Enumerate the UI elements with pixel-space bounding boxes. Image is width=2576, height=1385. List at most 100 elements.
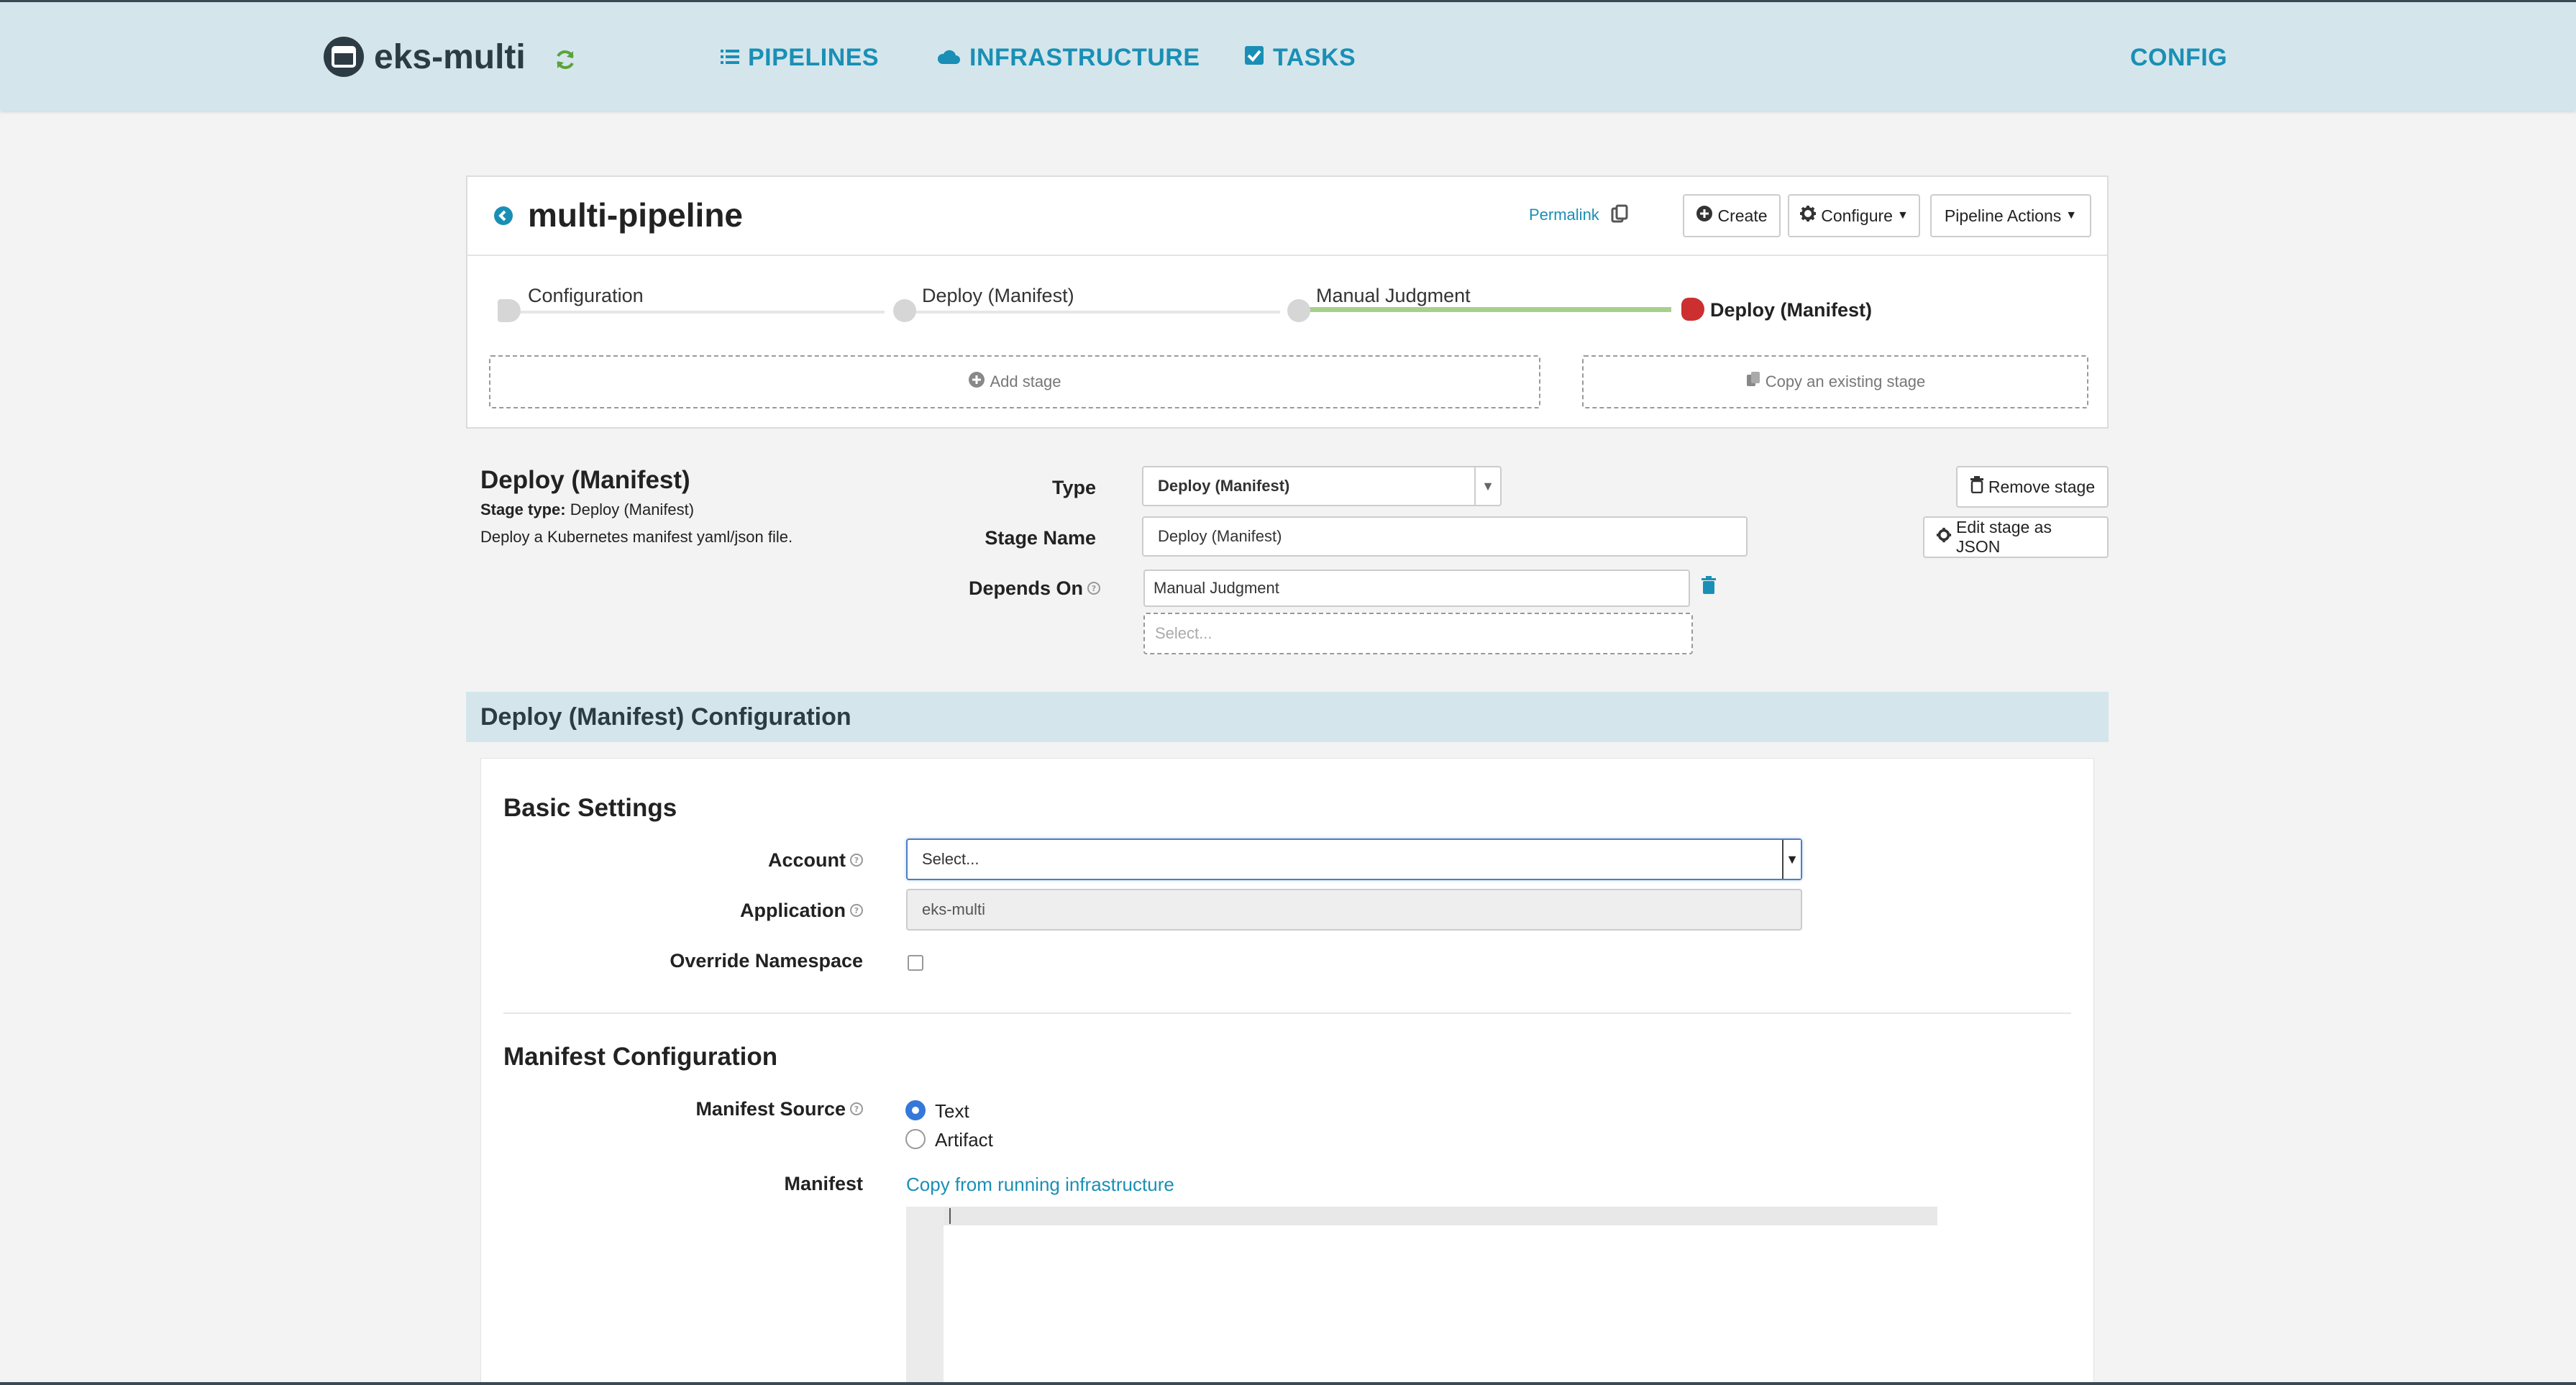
stage-title: Deploy (Manifest) (480, 466, 690, 494)
question-circle-icon[interactable]: ? (850, 849, 863, 872)
application-label: Application ? (618, 895, 863, 926)
depends-on-select[interactable]: Select... (1143, 613, 1693, 654)
stage-connector-active (1305, 307, 1671, 312)
stage-label-manual-judgment[interactable]: Manual Judgment (1316, 285, 1471, 307)
window-bottom-edge (0, 1382, 2576, 1385)
editor-cursor (949, 1208, 951, 1224)
caret-down-icon: ▼ (1896, 209, 1909, 221)
config-section-title: Deploy (Manifest) Configuration (480, 703, 851, 731)
nav-infrastructure[interactable]: INFRASTRUCTURE (936, 44, 1200, 72)
pipeline-actions-dropdown[interactable]: Pipeline Actions ▼ (1930, 194, 2091, 237)
edit-stage-json-button[interactable]: Edit stage as JSON (1923, 516, 2109, 558)
stage-name-value: Deploy (Manifest) (1158, 527, 1282, 545)
application-label-text: Application (740, 899, 846, 921)
caret-down-icon: ▼ (1474, 467, 1500, 505)
remove-stage-label: Remove stage (1988, 477, 2096, 496)
nav-pipelines[interactable]: PIPELINES (721, 44, 879, 72)
manifest-source-artifact-label[interactable]: Artifact (935, 1129, 993, 1151)
header-divider (467, 255, 2107, 256)
type-select-value: Deploy (Manifest) (1158, 477, 1290, 495)
caret-down-icon: ▼ (2065, 209, 2078, 221)
stage-name-label: Stage Name (935, 522, 1096, 554)
nav-infrastructure-label: INFRASTRUCTURE (969, 44, 1200, 71)
gear-icon (1936, 527, 1956, 547)
stage-node-configuration[interactable] (498, 299, 521, 322)
type-label: Type (935, 472, 1096, 503)
section-divider (503, 1013, 2071, 1014)
stage-info: Deploy (Manifest) Stage type: Deploy (Ma… (480, 466, 793, 547)
nav-config[interactable]: CONFIG (2130, 44, 2227, 72)
clipboard-icon[interactable] (1611, 204, 1628, 228)
account-label: Account ? (618, 844, 863, 876)
question-circle-icon[interactable]: ? (1087, 577, 1100, 600)
account-select-value: Select... (922, 850, 979, 868)
pipeline-actions-label: Pipeline Actions (1944, 206, 2062, 225)
gear-icon (1799, 205, 1821, 227)
depends-on-item: Manual Judgment (1143, 570, 1690, 607)
account-select[interactable]: Select... ▼ (906, 838, 1802, 880)
plus-circle-icon (1696, 205, 1717, 227)
depends-on-label: Depends On ? (899, 572, 1100, 604)
manifest-source-artifact-radio[interactable] (905, 1129, 926, 1149)
copy-stage-label: Copy an existing stage (1765, 372, 1926, 390)
stage-node-deploy-1[interactable] (893, 299, 916, 322)
manifest-source-text-label[interactable]: Text (935, 1100, 969, 1123)
trash-icon[interactable] (1700, 575, 1717, 599)
question-circle-icon[interactable]: ? (850, 900, 863, 922)
nav-tasks-label: TASKS (1273, 44, 1356, 71)
configure-label: Configure (1821, 206, 1893, 225)
stage-label-deploy-1[interactable]: Deploy (Manifest) (922, 285, 1074, 307)
caret-down-icon: ▼ (1782, 840, 1801, 879)
stage-label-configuration[interactable]: Configuration (528, 285, 644, 307)
stage-connector (906, 311, 1280, 314)
depends-on-placeholder: Select... (1155, 624, 1212, 642)
depends-on-label-text: Depends On (968, 577, 1083, 599)
create-button[interactable]: Create (1683, 194, 1781, 237)
stage-description: Deploy a Kubernetes manifest yaml/json f… (480, 528, 793, 546)
editor-gutter (906, 1207, 944, 1385)
stage-node-deploy-current[interactable] (1681, 298, 1704, 321)
manifest-source-label-text: Manifest Source (695, 1097, 846, 1120)
override-namespace-label: Override Namespace (618, 945, 863, 977)
configure-dropdown[interactable]: Configure ▼ (1788, 194, 1920, 237)
question-circle-icon[interactable]: ? (850, 1098, 863, 1120)
app-name: eks-multi (374, 37, 526, 76)
application-value: eks-multi (922, 900, 986, 918)
nav-config-label: CONFIG (2130, 44, 2228, 71)
refresh-icon[interactable] (554, 48, 577, 75)
nav-pipelines-label: PIPELINES (748, 44, 880, 71)
copy-from-infrastructure-link[interactable]: Copy from running infrastructure (906, 1174, 1174, 1196)
manifest-label: Manifest (618, 1168, 863, 1199)
type-label-text: Type (1051, 476, 1096, 498)
stage-name-label-text: Stage Name (985, 526, 1096, 549)
permalink-link[interactable]: Permalink (1529, 206, 1599, 224)
remove-stage-button[interactable]: Remove stage (1956, 466, 2109, 508)
list-icon (721, 44, 748, 72)
basic-settings-title: Basic Settings (503, 794, 677, 822)
nav-tasks[interactable]: TASKS (1244, 44, 1356, 72)
stage-name-input[interactable]: Deploy (Manifest) (1142, 516, 1748, 557)
svg-text:?: ? (854, 856, 859, 865)
clipboard-icon (1745, 370, 1766, 393)
manifest-editor[interactable] (906, 1207, 1937, 1385)
manifest-source-text-radio[interactable] (905, 1100, 926, 1120)
app-brand[interactable]: eks-multi (324, 37, 526, 77)
copy-stage-button[interactable]: Copy an existing stage (1582, 355, 2088, 408)
svg-text:?: ? (854, 1105, 859, 1114)
top-nav-bar: eks-multi PIPELINES INFRASTRUCTURE TASKS… (0, 0, 2576, 111)
account-label-text: Account (768, 849, 846, 871)
svg-text:?: ? (1092, 584, 1096, 593)
window-icon (324, 37, 364, 77)
application-input: eks-multi (906, 889, 1802, 931)
pipeline-header-panel: multi-pipeline Permalink Create Configur… (466, 175, 2109, 429)
stage-type: Stage type: Deploy (Manifest) (480, 500, 793, 519)
cloud-icon (936, 44, 969, 72)
arrow-left-circle-icon[interactable] (493, 206, 513, 229)
stage-node-manual-judgment[interactable] (1287, 299, 1310, 322)
manifest-source-label: Manifest Source ? (618, 1093, 863, 1125)
stage-label-deploy-current[interactable]: Deploy (Manifest) (1710, 299, 1872, 321)
add-stage-button[interactable]: Add stage (489, 355, 1540, 408)
override-namespace-checkbox[interactable] (908, 955, 923, 971)
override-namespace-label-text: Override Namespace (670, 949, 863, 972)
type-select[interactable]: Deploy (Manifest) ▼ (1142, 466, 1502, 506)
